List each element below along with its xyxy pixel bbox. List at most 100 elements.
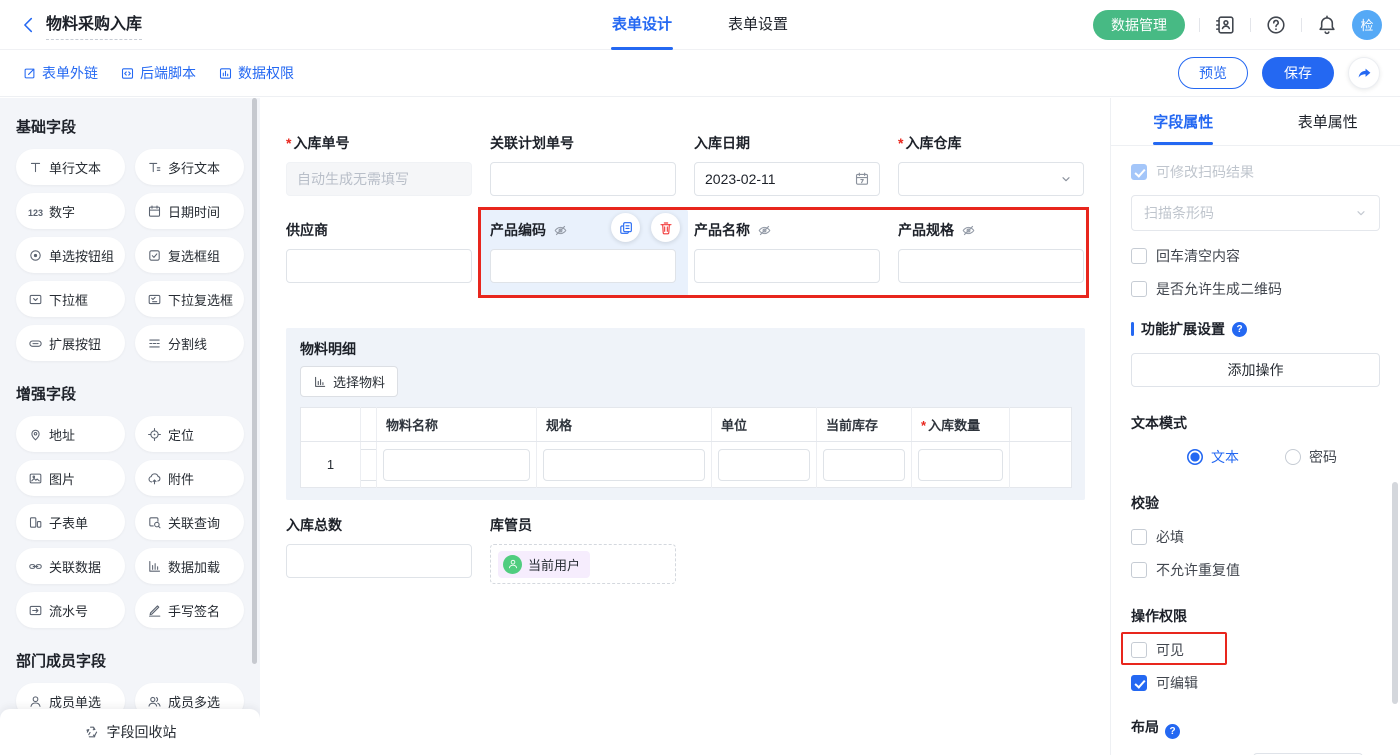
- tab-form-design[interactable]: 表单设计: [612, 0, 672, 50]
- sidebar-item-signature[interactable]: 手写签名: [135, 592, 244, 628]
- data-permission-button[interactable]: 数据权限: [218, 63, 294, 83]
- sidebar-item-select[interactable]: 下拉框: [16, 281, 125, 317]
- checkbox-unchecked[interactable]: [1131, 281, 1147, 297]
- current-user-chip[interactable]: 当前用户: [498, 551, 590, 578]
- field-warehouse[interactable]: *入库仓库: [898, 133, 1102, 196]
- tab-form-settings[interactable]: 表单设置: [728, 0, 788, 50]
- col-material-name-header: 物料名称: [377, 408, 537, 442]
- field-product-name[interactable]: 产品名称: [694, 220, 898, 296]
- checkbox-checked[interactable]: [1131, 675, 1147, 691]
- material-name-input[interactable]: [383, 449, 530, 481]
- sidebar-item-link-query[interactable]: 关联查询: [135, 504, 244, 540]
- checkbox-unchecked[interactable]: [1131, 529, 1147, 545]
- field-recycle-bin[interactable]: 字段回收站: [0, 709, 260, 755]
- field-inbound-date[interactable]: 入库日期 2023-02-11: [694, 133, 898, 196]
- script-icon: [120, 66, 135, 81]
- scan-mode-select[interactable]: 扫描条形码: [1131, 195, 1380, 231]
- share-button[interactable]: [1348, 57, 1380, 89]
- sidebar-item-checkbox-group[interactable]: 复选框组: [135, 237, 244, 273]
- tab-form-settings-label: 表单设置: [728, 16, 788, 33]
- inbound-no-input[interactable]: 自动生成无需填写: [286, 162, 472, 196]
- sidebar-item-data-load[interactable]: 数据加载: [135, 548, 244, 584]
- stock-input[interactable]: [823, 449, 905, 481]
- product-code-input[interactable]: [490, 249, 676, 283]
- tab-field-properties[interactable]: 字段属性: [1111, 98, 1256, 145]
- radio-password[interactable]: 密码: [1285, 447, 1337, 467]
- sidebar-item-single-line-text[interactable]: 单行文本: [16, 149, 125, 185]
- data-manage-button[interactable]: 数据管理: [1093, 10, 1185, 40]
- sidebar-item-multi-select[interactable]: 下拉复选框: [135, 281, 244, 317]
- sidebar-item-link-data[interactable]: 关联数据: [16, 548, 125, 584]
- panel-scrollbar[interactable]: [1392, 482, 1398, 704]
- help-question-icon[interactable]: ?: [1232, 322, 1247, 337]
- sidebar-item-subform[interactable]: 子表单: [16, 504, 125, 540]
- radio-unselected[interactable]: [1285, 449, 1301, 465]
- sidebar-item-attachment[interactable]: 附件: [135, 460, 244, 496]
- page-title[interactable]: 物料采购入库: [46, 10, 142, 40]
- external-link-button[interactable]: 表单外链: [22, 63, 98, 83]
- field-supplier[interactable]: 供应商: [286, 220, 490, 296]
- row-number-cell: 1: [301, 442, 361, 488]
- sidebar-item-extend-button[interactable]: 扩展按钮: [16, 325, 125, 361]
- warehouse-select[interactable]: [898, 162, 1084, 196]
- clipped-input[interactable]: [361, 449, 377, 481]
- delete-field-button[interactable]: [651, 213, 680, 242]
- visible-checkbox[interactable]: 可见: [1131, 640, 1380, 660]
- field-product-spec[interactable]: 产品规格: [898, 220, 1102, 296]
- unit-input[interactable]: [718, 449, 810, 481]
- product-name-input[interactable]: [694, 249, 880, 283]
- sidebar-item-serial-number[interactable]: 流水号: [16, 592, 125, 628]
- checkbox-unchecked[interactable]: [1131, 248, 1147, 264]
- plan-no-input[interactable]: [490, 162, 676, 196]
- qty-input[interactable]: [918, 449, 1003, 481]
- field-total-qty[interactable]: 入库总数: [286, 515, 490, 584]
- enter-clear-checkbox[interactable]: 回车清空内容: [1131, 246, 1380, 266]
- field-inbound-no[interactable]: *入库单号 自动生成无需填写: [286, 133, 490, 196]
- spec-input[interactable]: [543, 449, 705, 481]
- keeper-member-box[interactable]: 当前用户: [490, 544, 676, 584]
- copy-field-button[interactable]: [611, 213, 640, 242]
- help-icon[interactable]: [1265, 14, 1287, 36]
- field-product-code-selected[interactable]: 产品编码: [480, 210, 688, 296]
- product-spec-input[interactable]: [898, 249, 1084, 283]
- contacts-book-icon[interactable]: [1214, 14, 1236, 36]
- hidden-eye-icon: [961, 223, 976, 238]
- notification-bell-icon[interactable]: [1316, 14, 1338, 36]
- help-question-icon[interactable]: ?: [1165, 724, 1180, 739]
- no-duplicate-checkbox[interactable]: 不允许重复值: [1131, 560, 1380, 580]
- total-qty-input[interactable]: [286, 544, 472, 578]
- sidebar-item-multi-line-text[interactable]: 多行文本: [135, 149, 244, 185]
- allow-qrcode-checkbox[interactable]: 是否允许生成二维码: [1131, 279, 1380, 299]
- back-button[interactable]: [18, 14, 40, 36]
- sidebar-item-divider[interactable]: 分割线: [135, 325, 244, 361]
- sidebar-item-image[interactable]: 图片: [16, 460, 125, 496]
- supplier-input[interactable]: [286, 249, 472, 283]
- calendar-icon[interactable]: [854, 171, 870, 187]
- backend-script-button[interactable]: 后端脚本: [120, 63, 196, 83]
- avatar[interactable]: 检: [1352, 10, 1382, 40]
- field-warehouse-keeper[interactable]: 库管员 当前用户: [490, 515, 694, 584]
- inbound-date-input[interactable]: 2023-02-11: [694, 162, 880, 196]
- sidebar-item-datetime[interactable]: 日期时间: [135, 193, 244, 229]
- tab-form-properties[interactable]: 表单属性: [1256, 98, 1400, 145]
- sidebar-item-location[interactable]: 定位: [135, 416, 244, 452]
- save-button[interactable]: 保存: [1262, 57, 1334, 89]
- form-designer-app: 物料采购入库 表单设计 表单设置 数据管理 检 表单外链 后端: [0, 0, 1400, 755]
- radio-text[interactable]: 文本: [1187, 447, 1239, 467]
- scan-result-editable-checkbox[interactable]: 可修改扫码结果: [1131, 162, 1380, 182]
- radio-selected[interactable]: [1187, 449, 1203, 465]
- checkbox-unchecked[interactable]: [1131, 642, 1147, 658]
- checkbox-checked-disabled[interactable]: [1131, 164, 1147, 180]
- checkbox-unchecked[interactable]: [1131, 562, 1147, 578]
- add-action-button[interactable]: 添加操作: [1131, 353, 1380, 387]
- select-material-button[interactable]: 选择物料: [300, 366, 398, 397]
- sidebar-item-address[interactable]: 地址: [16, 416, 125, 452]
- sidebar-scrollbar[interactable]: [252, 98, 257, 664]
- preview-button[interactable]: 预览: [1178, 57, 1248, 89]
- sidebar-item-number[interactable]: 123数字: [16, 193, 125, 229]
- editable-checkbox[interactable]: 可编辑: [1131, 673, 1380, 693]
- field-plan-no[interactable]: 关联计划单号: [490, 133, 694, 196]
- material-detail-subform[interactable]: 物料明细 选择物料 物料名称 规格 单位 当前库存: [286, 328, 1085, 500]
- sidebar-item-radio-group[interactable]: 单选按钮组: [16, 237, 125, 273]
- required-checkbox[interactable]: 必填: [1131, 527, 1380, 547]
